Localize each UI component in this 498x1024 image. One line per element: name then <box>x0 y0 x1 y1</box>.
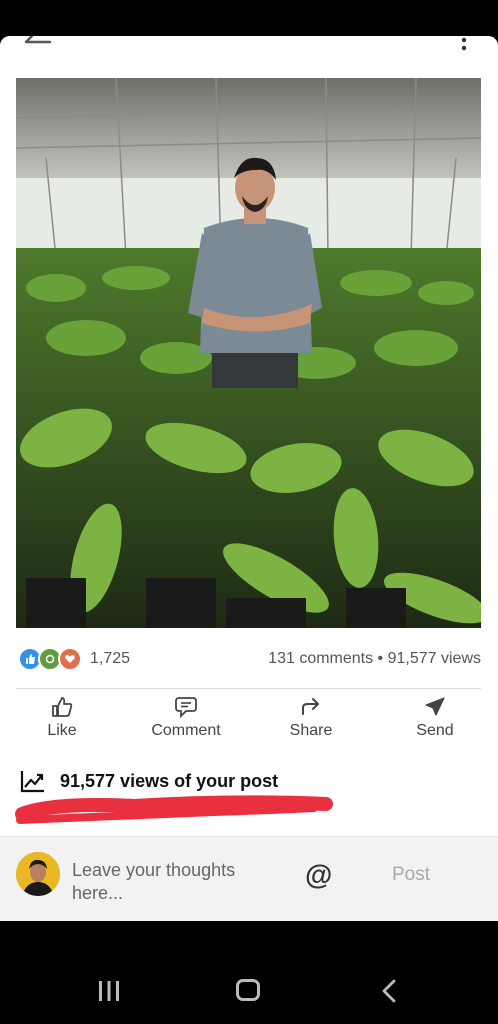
like-button[interactable]: Like <box>12 696 112 756</box>
share-label: Share <box>289 722 333 739</box>
send-button[interactable]: Send <box>385 696 485 756</box>
divider <box>16 688 481 689</box>
send-icon <box>425 697 445 716</box>
comment-icon <box>175 697 197 718</box>
post-photo[interactable] <box>16 78 481 628</box>
like-label: Like <box>47 722 77 739</box>
recent-apps-icon[interactable] <box>97 980 121 1002</box>
comment-input[interactable]: Leave your thoughts here... <box>72 859 272 905</box>
nav-back-icon[interactable] <box>381 979 397 1003</box>
avatar <box>16 852 60 896</box>
more-vert-icon[interactable] <box>460 36 468 54</box>
post-button[interactable]: Post <box>392 864 430 886</box>
send-label: Send <box>416 722 454 739</box>
comment-label: Comment <box>151 722 221 739</box>
post-sheet: 1,725 131 comments • 91,577 views Like C… <box>0 36 498 921</box>
red-highlight-annotation <box>15 795 333 824</box>
share-button[interactable]: Share <box>261 696 361 756</box>
comment-bar: Leave your thoughts here... @ Post <box>0 836 498 921</box>
reaction-summary[interactable]: 1,725 <box>18 647 131 671</box>
like-icon <box>52 697 73 717</box>
comment-button[interactable]: Comment <box>136 696 236 756</box>
status-bar <box>0 0 498 36</box>
top-bar <box>0 36 498 78</box>
android-nav-bar <box>0 921 498 1024</box>
back-arrow-icon[interactable] <box>22 36 54 50</box>
chart-trend-icon <box>20 771 44 793</box>
love-reaction-icon <box>58 647 82 671</box>
home-icon[interactable] <box>236 979 260 1001</box>
share-icon <box>302 698 319 715</box>
views-of-post-text: 91,577 views of your post <box>60 770 279 791</box>
at-icon[interactable]: @ <box>305 859 332 891</box>
comments-views-stats[interactable]: 131 comments • 91,577 views <box>268 650 481 668</box>
reaction-count: 1,725 <box>90 650 131 667</box>
action-bar: Like Comment Share Send <box>0 696 498 756</box>
